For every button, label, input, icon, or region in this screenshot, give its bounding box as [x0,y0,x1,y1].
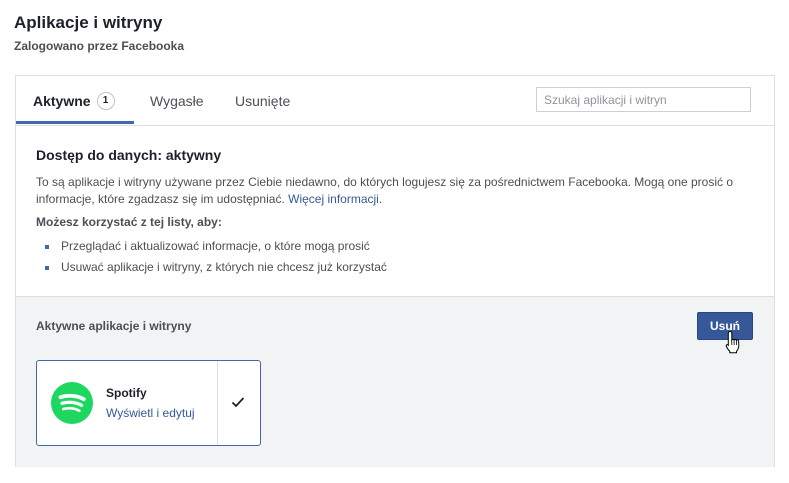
access-status-title: Dostęp do danych: aktywny [36,147,222,163]
tab-count-badge: 1 [96,92,115,111]
active-apps-section: Aktywne aplikacje i witryny Usuń Spotify… [16,296,774,467]
card-divider [217,361,218,445]
more-info-link[interactable]: Więcej informacji [288,192,379,206]
tab-active-label: Aktywne [33,93,91,109]
tab-removed[interactable]: Usunięte [235,76,290,123]
view-edit-link[interactable]: Wyświetl i edytuj [106,406,195,420]
tab-expired[interactable]: Wygasłe [150,76,204,123]
list-item: Przeglądać i aktualizować informacje, o … [45,239,370,253]
app-card-spotify[interactable]: Spotify Wyświetl i edytuj [36,360,261,446]
access-description-text: To są aplikacje i witryny używane przez … [36,175,734,206]
tab-expired-label: Wygasłe [150,93,204,109]
page-subtitle: Zalogowano przez Facebooka [14,39,185,53]
app-name: Spotify [106,386,147,400]
tab-removed-label: Usunięte [235,93,291,109]
check-icon[interactable] [231,395,245,409]
active-tab-indicator [16,121,134,124]
list-item-text: Usuwać aplikacje i witryny, z których ni… [61,260,387,274]
search-input[interactable] [536,87,751,112]
access-description: To są aplikacje i witryny używane przez … [36,175,734,206]
list-item: Usuwać aplikacje i witryny, z których ni… [45,260,387,274]
hand-cursor-icon [725,330,740,354]
list-heading: Możesz korzystać z tej listy, aby: [36,215,222,229]
apps-panel: Aktywne 1 Wygasłe Usunięte Dostęp do dany… [15,75,775,467]
spotify-logo-icon [51,382,93,424]
list-item-text: Przeglądać i aktualizować informacje, o … [61,239,370,253]
tab-bar: Aktywne 1 Wygasłe Usunięte [16,76,774,126]
active-apps-label: Aktywne aplikacje i witryny [36,319,192,333]
tab-active[interactable]: Aktywne 1 [33,76,115,123]
page-title: Aplikacje i witryny [14,13,163,32]
